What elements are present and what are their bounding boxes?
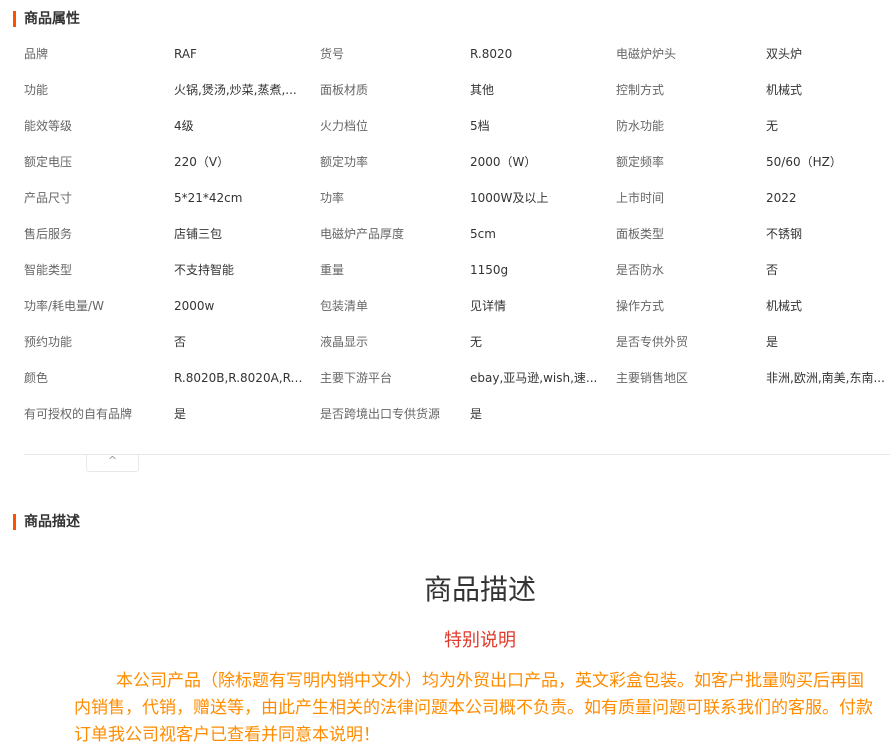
attribute-label: 控制方式 bbox=[616, 83, 665, 97]
attribute-label: 电磁炉产品厚度 bbox=[320, 227, 405, 241]
attribute-label: 上市时间 bbox=[616, 191, 665, 205]
description-subheading: 特别说明 bbox=[444, 630, 516, 651]
divider bbox=[24, 454, 890, 455]
attribute-row: 有可授权的自有品牌 是 是否跨境出口专供货源 是 bbox=[0, 396, 890, 432]
attribute-label: 有可授权的自有品牌 bbox=[24, 407, 133, 421]
attribute-value: 2022 bbox=[766, 191, 797, 205]
attribute-label: 火力档位 bbox=[320, 119, 369, 133]
attribute-value: R.8020 bbox=[470, 47, 513, 61]
attribute-value: ebay,亚马逊,wish,速... bbox=[470, 371, 598, 385]
attributes-section-title: 商品属性 bbox=[13, 11, 80, 27]
attribute-value: 无 bbox=[766, 119, 779, 133]
attribute-label: 货号 bbox=[320, 47, 345, 61]
attribute-value: 2000w bbox=[174, 299, 215, 313]
description-heading: 商品描述 bbox=[423, 573, 536, 606]
attribute-label: 电磁炉炉头 bbox=[616, 47, 677, 61]
attribute-label: 主要销售地区 bbox=[616, 371, 689, 385]
attribute-value: 5cm bbox=[470, 227, 496, 241]
collapse-attributes-button[interactable]: ^ bbox=[86, 455, 139, 472]
attribute-value: 否 bbox=[766, 263, 779, 277]
attribute-label: 能效等级 bbox=[24, 119, 73, 133]
attribute-label: 主要下游平台 bbox=[320, 371, 393, 385]
attribute-label: 功能 bbox=[24, 83, 49, 97]
attribute-value: 见详情 bbox=[470, 299, 507, 313]
attribute-value: 220（V） bbox=[174, 155, 230, 169]
attribute-value: 5*21*42cm bbox=[174, 191, 243, 205]
attribute-value: 否 bbox=[174, 335, 187, 349]
attribute-value: 5档 bbox=[470, 119, 490, 133]
attribute-value: 1150g bbox=[470, 263, 509, 277]
attribute-label: 功率 bbox=[320, 191, 345, 205]
attribute-label: 是否跨境出口专供货源 bbox=[320, 407, 441, 421]
attribute-row: 售后服务 店铺三包 电磁炉产品厚度 5cm 面板类型 不锈钢 bbox=[0, 216, 890, 252]
attribute-row: 功率/耗电量/W 2000w 包装清单 见详情 操作方式 机械式 bbox=[0, 288, 890, 324]
attribute-label: 产品尺寸 bbox=[24, 191, 73, 205]
attribute-value: 火锅,煲汤,炒菜,蒸煮,... bbox=[174, 83, 297, 97]
attribute-label: 液晶显示 bbox=[320, 335, 369, 349]
attribute-value: 机械式 bbox=[766, 299, 803, 313]
attribute-row: 额定电压 220（V） 额定功率 2000（W） 额定频率 50/60（HZ） bbox=[0, 144, 890, 180]
attribute-value: 2000（W） bbox=[470, 155, 537, 169]
attribute-label: 面板材质 bbox=[320, 83, 369, 97]
attribute-label: 售后服务 bbox=[24, 227, 73, 241]
attribute-label: 额定功率 bbox=[320, 155, 369, 169]
attribute-row: 能效等级 4级 火力档位 5档 防水功能 无 bbox=[0, 108, 890, 144]
attribute-label: 是否专供外贸 bbox=[616, 335, 689, 349]
attribute-value: 机械式 bbox=[766, 83, 803, 97]
attribute-value: R.8020B,R.8020A,R.9... bbox=[174, 371, 304, 385]
attribute-label: 包装清单 bbox=[320, 299, 369, 313]
attribute-value: RAF bbox=[174, 47, 197, 61]
attribute-value: 店铺三包 bbox=[174, 227, 223, 241]
attribute-value: 50/60（HZ） bbox=[766, 155, 842, 169]
attribute-label: 品牌 bbox=[24, 47, 49, 61]
attribute-label: 预约功能 bbox=[24, 335, 73, 349]
attribute-value: 不锈钢 bbox=[766, 227, 803, 241]
attribute-label: 额定电压 bbox=[24, 155, 73, 169]
attribute-row: 产品尺寸 5*21*42cm 功率 1000W及以上 上市时间 2022 bbox=[0, 180, 890, 216]
attribute-label: 防水功能 bbox=[616, 119, 665, 133]
attribute-label: 智能类型 bbox=[24, 263, 73, 277]
description-notice: 本公司产品（除标题有写明内销中文外）均为外贸出口产品，英文彩盒包装。如客户批量购… bbox=[74, 671, 873, 745]
attribute-value: 双头炉 bbox=[766, 47, 803, 61]
attribute-value: 4级 bbox=[174, 119, 194, 133]
attribute-value: 是 bbox=[174, 407, 187, 421]
attribute-value: 是 bbox=[470, 407, 483, 421]
attribute-value: 是 bbox=[766, 335, 779, 349]
attribute-label: 重量 bbox=[320, 263, 345, 277]
attribute-label: 面板类型 bbox=[616, 227, 665, 241]
attribute-row: 功能 火锅,煲汤,炒菜,蒸煮,... 面板材质 其他 控制方式 机械式 bbox=[0, 72, 890, 108]
attribute-value: 非洲,欧洲,南美,东南... bbox=[766, 371, 885, 385]
attribute-value: 不支持智能 bbox=[174, 263, 235, 277]
attribute-label: 是否防水 bbox=[616, 263, 665, 277]
attribute-value: 无 bbox=[470, 335, 483, 349]
attribute-row: 预约功能 否 液晶显示 无 是否专供外贸 是 bbox=[0, 324, 890, 360]
attribute-value: 1000W及以上 bbox=[470, 191, 549, 205]
attribute-label: 颜色 bbox=[24, 371, 49, 385]
attribute-value: 其他 bbox=[470, 83, 495, 97]
attribute-label: 操作方式 bbox=[616, 299, 665, 313]
attribute-label: 功率/耗电量/W bbox=[24, 299, 104, 313]
attributes-table: 品牌 RAF 货号 R.8020 电磁炉炉头 双头炉功能 火锅,煲汤,炒菜,蒸煮,... 面板… bbox=[0, 36, 890, 432]
attribute-label: 额定频率 bbox=[616, 155, 665, 169]
description-section-title: 商品描述 bbox=[13, 514, 80, 530]
attribute-row: 品牌 RAF 货号 R.8020 电磁炉炉头 双头炉 bbox=[0, 36, 890, 72]
chevron-up-icon: ^ bbox=[107, 454, 118, 467]
attribute-row: 智能类型 不支持智能 重量 1150g 是否防水 否 bbox=[0, 252, 890, 288]
attribute-row: 颜色 R.8020B,R.8020A,R.9... 主要下游平台 ebay,亚马逊,w… bbox=[0, 360, 890, 396]
